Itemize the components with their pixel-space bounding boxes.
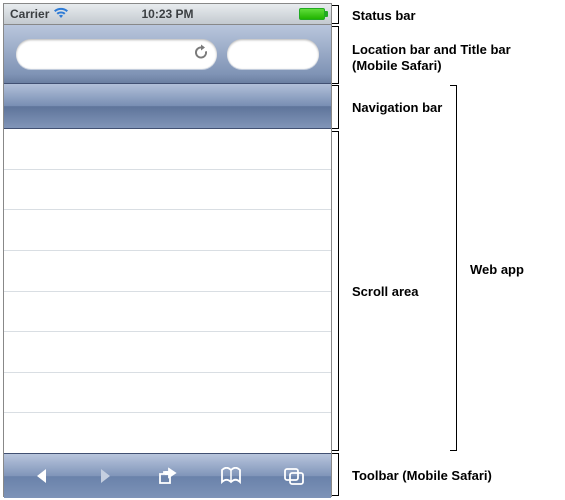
label-location-bar: Location bar and Title bar (Mobile Safar… — [352, 42, 511, 75]
back-button[interactable] — [19, 460, 65, 492]
location-title-bar — [4, 25, 331, 84]
label-status-bar: Status bar — [352, 8, 416, 24]
reload-icon[interactable] — [193, 45, 209, 64]
wifi-icon — [53, 7, 69, 22]
navigation-bar — [4, 84, 331, 129]
bracket-toolbar — [338, 453, 339, 496]
battery-icon — [299, 8, 325, 20]
bracket-scroll — [338, 131, 339, 451]
scroll-area[interactable] — [4, 129, 331, 453]
list-item — [4, 170, 331, 211]
pages-button[interactable] — [271, 460, 317, 492]
carrier-label: Carrier — [10, 7, 49, 21]
label-scroll-area: Scroll area — [352, 284, 419, 300]
list-item — [4, 332, 331, 373]
forward-button[interactable] — [82, 460, 128, 492]
list-item — [4, 292, 331, 333]
list-item — [4, 373, 331, 414]
bracket-location — [338, 26, 339, 84]
toolbar — [4, 453, 331, 498]
search-field[interactable] — [227, 39, 319, 69]
phone-screenshot: Carrier 10:23 PM — [4, 4, 331, 496]
list-item — [4, 413, 331, 453]
list-item — [4, 210, 331, 251]
bracket-webapp — [456, 85, 457, 451]
status-bar: Carrier 10:23 PM — [4, 4, 331, 25]
label-navigation-bar: Navigation bar — [352, 100, 442, 116]
bracket-nav — [338, 85, 339, 129]
list-item — [4, 129, 331, 170]
bracket-status — [338, 5, 339, 24]
address-field[interactable] — [16, 39, 217, 69]
list-item — [4, 251, 331, 292]
share-button[interactable] — [145, 460, 191, 492]
bookmarks-button[interactable] — [208, 460, 254, 492]
label-toolbar: Toolbar (Mobile Safari) — [352, 468, 492, 484]
label-web-app: Web app — [470, 262, 524, 278]
